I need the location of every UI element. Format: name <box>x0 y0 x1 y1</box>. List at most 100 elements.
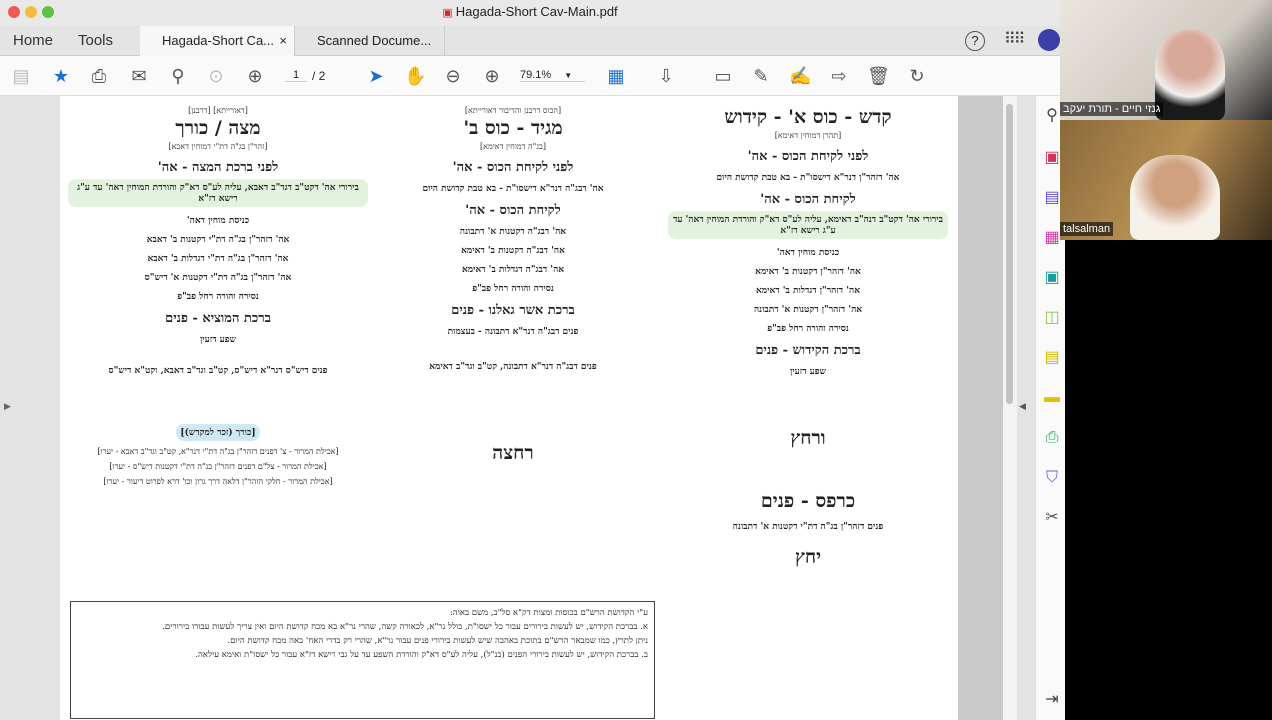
hand-tool-icon[interactable]: ✋ <box>404 66 426 86</box>
section-heading: לפני לקיחת הכוס - אה' <box>452 160 574 175</box>
text-line: אה' דזהר"ן דנר"א דישסו"ת - בא טבת קדושת … <box>716 173 900 183</box>
comment-icon[interactable]: ▬ <box>1042 388 1062 408</box>
delete-icon[interactable]: 🗑 <box>867 66 890 86</box>
note-line: [אכילת המרור - חלקי הזהר"ן דלאה דרך גרון… <box>103 477 333 486</box>
search-icon[interactable]: ⚲ <box>167 66 189 86</box>
section-heading: לקיחת הכוס - אה' <box>465 203 561 218</box>
heading: כרפס - פנים <box>760 490 856 512</box>
close-window-button[interactable] <box>8 6 20 18</box>
organize-pages-icon[interactable]: ▦ <box>1042 228 1062 248</box>
participant-video <box>1130 155 1220 240</box>
zoom-value: 79.1% <box>520 69 552 81</box>
send-file-icon[interactable]: ▣ <box>1042 268 1062 288</box>
tab-close-icon[interactable]: × <box>279 26 287 56</box>
subheading: [תהרן דמוחין דאימא] <box>774 131 842 140</box>
page-gutter <box>958 96 1003 720</box>
subheading: [בג"ה דמוחין דאימא] <box>480 142 546 151</box>
zoom-level-select[interactable]: 79.1% ▼ <box>520 69 585 82</box>
window-title: Hagada-Short Cav-Main.pdf <box>455 4 618 19</box>
tab-label: Hagada-Short Ca... <box>162 33 275 48</box>
text-line: פנים דבג"ה דנר"א דתבונה - בעצמות <box>447 327 579 337</box>
email-icon[interactable]: ✉ <box>128 66 150 86</box>
zoom-out-icon[interactable]: ⊖ <box>442 66 464 86</box>
print-icon[interactable]: ⎙ <box>88 66 110 86</box>
select-cursor-icon[interactable]: ➤ <box>365 66 387 86</box>
collapse-panel-icon[interactable]: ⇥ <box>1042 690 1062 710</box>
compress-icon[interactable]: ◫ <box>1042 308 1062 328</box>
save-icon[interactable]: ▤ <box>10 66 32 86</box>
highlighted-text: בירורי אה' דקט"ב דנה"ב דאימא, עליה לע"ס … <box>668 211 948 239</box>
toolbar: ▤ ★ ⎙ ✉ ⚲ ⊙ ⊕ 1 / 2 ➤ ✋ ⊖ ⊕ 79.1% ▼ ▦ ⇩ … <box>0 56 1060 96</box>
comment-icon[interactable]: ▭ <box>712 66 734 86</box>
text-line: פנים דבג"ה דנר"א דתבונה, קט"ב וגד"ב דאימ… <box>429 362 597 372</box>
right-panel-toggle-icon[interactable]: ◀ <box>1019 401 1026 412</box>
text-line: כניסת מוחין דאה' <box>776 248 840 258</box>
avatar[interactable] <box>1038 29 1060 51</box>
participant-video <box>1155 30 1225 120</box>
page-total: / 2 <box>312 69 326 83</box>
left-panel-toggle-icon[interactable]: ▶ <box>4 401 11 412</box>
text-line: אה' דזהר"ן דקטנות א' דתבונה <box>753 305 863 315</box>
video-tile[interactable]: talsalman <box>1060 120 1272 240</box>
page-display-icon[interactable]: ▦ <box>605 66 627 86</box>
more-tools-icon[interactable]: ✂ <box>1042 508 1062 528</box>
participant-name: גנזי חיים - תורת יעקב <box>1060 102 1164 116</box>
title-bar: ▣ Hagada-Short Cav-Main.pdf <box>0 0 1060 26</box>
heading: קדש - כוס א' - קידוש <box>724 106 892 128</box>
text-line: שפע דזעין <box>199 335 237 345</box>
apps-grid-icon[interactable]: ⠿⠿ <box>1004 29 1025 49</box>
text-line: אה' דבג"ה דנר"א דישסו"ת - בא טבת קדושת ה… <box>422 184 604 194</box>
share-icon[interactable]: ⇨ <box>828 66 850 86</box>
vertical-scrollbar[interactable] <box>1003 96 1017 720</box>
tab-scanned-document[interactable]: Scanned Docume... <box>295 26 445 56</box>
page-number-input[interactable]: 1 <box>285 69 307 82</box>
video-panel-background <box>1072 240 1272 720</box>
nav-tools[interactable]: Tools <box>78 32 113 49</box>
subheading: [הכוס דרבנן והדיבור דאורייתא] <box>464 106 562 115</box>
nav-home[interactable]: Home <box>13 32 53 49</box>
create-pdf-icon[interactable]: ▣ <box>1042 148 1062 168</box>
tab-bar: Home Tools Hagada-Short Ca... × Scanned … <box>0 26 1060 56</box>
comment-file-icon[interactable]: ▤ <box>1042 348 1062 368</box>
maximize-window-button[interactable] <box>42 6 54 18</box>
note-line: [אכילת המרור - צל"ם דפנים דזהר"ן בג"ה דת… <box>109 462 327 471</box>
participant-name: talsalman <box>1060 222 1114 236</box>
text-line: נסירה והורה רחל פב"פ <box>767 324 849 334</box>
scroll-mode-icon[interactable]: ⇩ <box>655 66 677 86</box>
section-heading: לפני ברכת המצה - אה' <box>157 160 279 175</box>
pdf-file-icon: ▣ <box>442 7 456 19</box>
document-viewer[interactable]: ▶ קדש - כוס א' - קידוש [תהרן דמוחין דאימ… <box>0 96 1035 720</box>
footnote-line: א. בברכת הקידוש, יש לעשות בירורים עבור כ… <box>162 622 648 632</box>
text-line: אה' דבג"ה דקטנות א' דתבונה <box>459 227 567 237</box>
highlight-pen-icon[interactable]: ✎ <box>750 66 772 86</box>
sign-icon[interactable]: ✍ <box>789 66 811 86</box>
help-icon[interactable]: ? <box>965 31 985 51</box>
video-tile[interactable]: גנזי חיים - תורת יעקב <box>1060 0 1272 120</box>
protect-shield-icon[interactable]: ⛉ <box>1042 468 1062 488</box>
text-line: אה' דזהר"ן בג"ה דת"י דקטנות ב' דאבא <box>146 235 290 245</box>
footnote-box: ע"י הקדושת הרש"ם בכוסות ומצות דק"א סל"ב,… <box>70 601 655 719</box>
zoom-view-icon[interactable]: ⚲ <box>1042 106 1062 126</box>
zoom-in-icon[interactable]: ⊕ <box>481 66 503 86</box>
scrollbar-thumb[interactable] <box>1006 104 1013 404</box>
text-line: אה' דזהר"ן בג"ה דת"י דקטנות א' דיש"ס <box>144 273 292 283</box>
page-up-icon[interactable]: ⊙ <box>205 66 227 86</box>
heading: מגיד - כוס ב' <box>463 117 563 139</box>
korech-label: [כורך (זכר למקדש)] <box>176 424 260 441</box>
text-line: נסירה והורה רחל פב"פ <box>472 284 554 294</box>
star-icon[interactable]: ★ <box>50 66 72 86</box>
footnote-line: ניתן לתרץ, כמו שמבאר הרש"ם בתוכת באהבה ש… <box>227 636 648 646</box>
heading: מצה / כורך <box>175 117 261 139</box>
rotate-icon[interactable]: ↻ <box>906 66 928 86</box>
minimize-window-button[interactable] <box>25 6 37 18</box>
text-line: אה' דבג"ה דקטנות ב' דאימא <box>461 246 565 256</box>
tab-hagada[interactable]: Hagada-Short Ca... × <box>140 26 295 56</box>
export-pdf-icon[interactable]: ▤ <box>1042 188 1062 208</box>
text-line: שפע דזעין <box>789 367 827 377</box>
column-kadesh: קדש - כוס א' - קידוש [תהרן דמוחין דאימא]… <box>668 104 948 571</box>
text-line: אה' דזהר"ן בג"ה דת"י דגדלות ב' דאבא <box>147 254 289 264</box>
section-heading: לפני לקיחת הכוס - אה' <box>747 149 869 164</box>
text-line: כניסת מוחין דאה' <box>186 216 250 226</box>
page-down-icon[interactable]: ⊕ <box>244 66 266 86</box>
print-production-icon[interactable]: ⎙ <box>1042 428 1062 448</box>
